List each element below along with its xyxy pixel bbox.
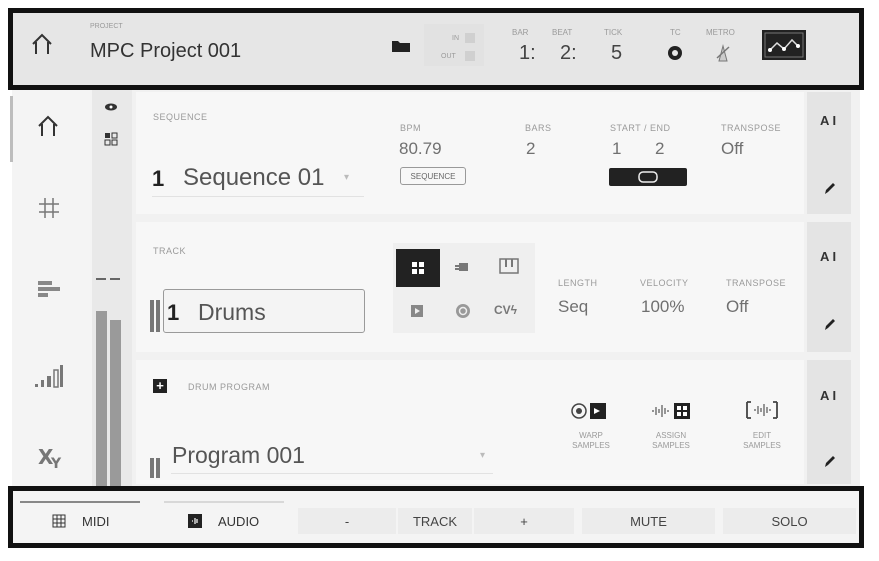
sequence-button[interactable]: SEQUENCE xyxy=(400,167,466,185)
loop-button[interactable] xyxy=(609,168,687,186)
warp-samples-icon[interactable] xyxy=(570,401,610,421)
track-minus-button[interactable]: - xyxy=(298,508,396,534)
track-edit-column xyxy=(807,222,851,352)
bpm-value[interactable]: 80.79 xyxy=(399,139,442,159)
audio-wave-icon[interactable] xyxy=(188,514,202,528)
drum-program-label: DRUM PROGRAM xyxy=(188,382,270,392)
svg-text:Y: Y xyxy=(50,456,62,470)
audio-tab[interactable]: AUDIO xyxy=(218,514,259,529)
solo-button[interactable]: SOLO xyxy=(723,508,856,534)
warp-samples-label[interactable]: WARP SAMPLES xyxy=(565,431,617,451)
bars-label: BARS xyxy=(525,123,552,133)
grid-icon[interactable] xyxy=(37,196,61,220)
in-meter xyxy=(465,33,475,43)
bars-icon[interactable] xyxy=(36,278,62,300)
start-end-label: START / END xyxy=(610,123,671,133)
add-program-button[interactable]: + xyxy=(153,379,167,393)
track-label-button: TRACK xyxy=(398,508,472,534)
in-label: IN xyxy=(452,35,459,42)
track-name[interactable]: Drums xyxy=(198,299,266,326)
metro-label: METRO xyxy=(706,28,735,37)
assign-samples-icon[interactable] xyxy=(650,401,694,421)
audio-track-icon[interactable] xyxy=(455,303,471,319)
midi-tab-indicator xyxy=(20,501,140,503)
bars-value[interactable]: 2 xyxy=(526,139,535,159)
track-plus-button[interactable]: + xyxy=(474,508,574,534)
velocity-value[interactable]: 100% xyxy=(641,297,684,317)
clip-icon[interactable] xyxy=(410,304,424,318)
tc-icon[interactable] xyxy=(667,45,683,61)
folder-icon[interactable] xyxy=(391,39,411,53)
track-label: TRACK xyxy=(153,246,187,256)
bar-value[interactable]: 1: xyxy=(519,42,536,65)
program-dropdown-icon[interactable]: ▾ xyxy=(480,450,485,461)
project-name[interactable]: MPC Project 001 xyxy=(90,40,241,63)
length-value[interactable]: Seq xyxy=(558,297,588,317)
midi-grid-icon[interactable] xyxy=(52,514,66,528)
cv-button[interactable]: CVϟ xyxy=(494,303,517,317)
program-meter-right xyxy=(156,458,160,478)
level-meter-right xyxy=(110,320,121,486)
program-name[interactable]: Program 001 xyxy=(172,442,305,469)
track-transpose-value[interactable]: Off xyxy=(726,297,748,317)
sequence-rename-icon[interactable]: A I xyxy=(820,113,836,128)
track-pencil-icon[interactable] xyxy=(822,316,838,332)
nav-home-icon[interactable] xyxy=(34,112,62,140)
sequence-dropdown-icon[interactable]: ▾ xyxy=(344,172,349,183)
program-rename-icon[interactable]: A I xyxy=(820,388,836,403)
bar-label: BAR xyxy=(512,28,529,37)
home-icon[interactable] xyxy=(28,30,56,58)
metronome-icon[interactable] xyxy=(714,44,732,62)
track-rename-icon[interactable]: A I xyxy=(820,249,836,264)
tick-value[interactable]: 5 xyxy=(611,42,622,65)
program-underline xyxy=(171,473,493,474)
meter-peak-right xyxy=(110,278,120,280)
seq-transpose-label: TRANSPOSE xyxy=(721,123,782,133)
keyboard-icon[interactable] xyxy=(499,258,519,274)
sequence-underline xyxy=(152,196,364,197)
seq-transpose-value[interactable]: Off xyxy=(721,139,743,159)
nav-active-indicator xyxy=(10,96,13,162)
drum-pads-icon xyxy=(412,262,424,274)
levels-icon[interactable] xyxy=(33,362,65,390)
track-transpose-label: TRANSPOSE xyxy=(726,278,787,288)
mute-button[interactable]: MUTE xyxy=(582,508,715,534)
assign-samples-label[interactable]: ASSIGN SAMPLES xyxy=(643,431,699,451)
track-meter-right xyxy=(156,300,160,332)
audio-tab-indicator xyxy=(164,501,284,503)
pads-view-icon[interactable] xyxy=(104,132,118,146)
eye-icon[interactable] xyxy=(104,100,118,112)
start-value[interactable]: 1 xyxy=(612,139,621,159)
plugin-icon[interactable] xyxy=(454,260,472,274)
bpm-label: BPM xyxy=(400,123,422,133)
out-meter xyxy=(465,51,475,61)
sequence-name[interactable]: Sequence 01 xyxy=(183,164,324,192)
program-pencil-icon[interactable] xyxy=(822,453,838,469)
out-label: OUT xyxy=(441,53,456,60)
track-meter-left xyxy=(150,300,154,332)
sequence-pencil-icon[interactable] xyxy=(822,180,838,196)
level-meter-left xyxy=(96,311,107,486)
velocity-label: VELOCITY xyxy=(640,278,689,288)
tc-label: TC xyxy=(670,28,681,37)
track-type-drum-button[interactable] xyxy=(396,249,440,287)
beat-value[interactable]: 2: xyxy=(560,42,577,65)
sequence-number: 1 xyxy=(152,166,165,191)
automation-button[interactable] xyxy=(762,30,806,60)
project-label: PROJECT xyxy=(90,23,123,30)
meter-peak-left xyxy=(96,278,106,280)
track-number: 1 xyxy=(167,300,180,325)
xy-icon[interactable]: XY xyxy=(36,444,66,472)
tick-label: TICK xyxy=(604,28,623,37)
length-label: LENGTH xyxy=(558,278,598,288)
edit-samples-icon[interactable] xyxy=(744,399,780,421)
program-meter-left xyxy=(150,458,154,478)
midi-tab[interactable]: MIDI xyxy=(82,514,109,529)
sequence-label: SEQUENCE xyxy=(153,112,208,122)
loop-icon xyxy=(638,171,658,183)
end-value[interactable]: 2 xyxy=(655,139,664,159)
edit-samples-label[interactable]: EDIT SAMPLES xyxy=(734,431,790,451)
beat-label: BEAT xyxy=(552,28,573,37)
automation-icon xyxy=(764,32,804,58)
